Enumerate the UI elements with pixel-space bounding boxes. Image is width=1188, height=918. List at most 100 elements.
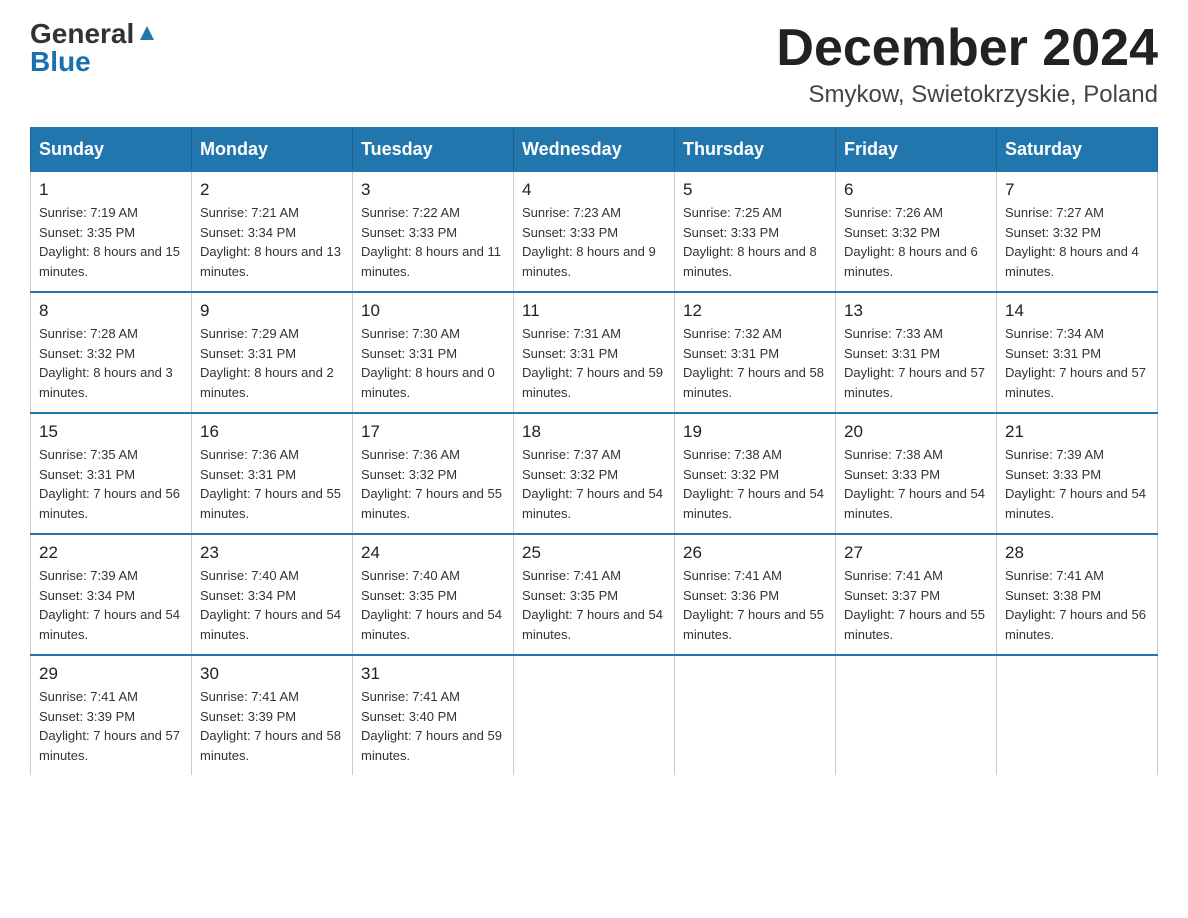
day-info: Sunrise: 7:38 AMSunset: 3:32 PMDaylight:…: [683, 447, 824, 521]
day-number: 26: [683, 543, 827, 563]
day-cell: 15 Sunrise: 7:35 AMSunset: 3:31 PMDaylig…: [31, 413, 192, 534]
day-info: Sunrise: 7:23 AMSunset: 3:33 PMDaylight:…: [522, 205, 656, 279]
day-info: Sunrise: 7:29 AMSunset: 3:31 PMDaylight:…: [200, 326, 334, 400]
day-cell: 3 Sunrise: 7:22 AMSunset: 3:33 PMDayligh…: [353, 171, 514, 292]
header-wednesday: Wednesday: [514, 128, 675, 171]
day-number: 6: [844, 180, 988, 200]
day-number: 29: [39, 664, 183, 684]
day-info: Sunrise: 7:33 AMSunset: 3:31 PMDaylight:…: [844, 326, 985, 400]
day-number: 7: [1005, 180, 1149, 200]
day-number: 12: [683, 301, 827, 321]
day-cell: 23 Sunrise: 7:40 AMSunset: 3:34 PMDaylig…: [192, 534, 353, 655]
day-info: Sunrise: 7:40 AMSunset: 3:34 PMDaylight:…: [200, 568, 341, 642]
day-info: Sunrise: 7:21 AMSunset: 3:34 PMDaylight:…: [200, 205, 341, 279]
day-number: 10: [361, 301, 505, 321]
day-number: 3: [361, 180, 505, 200]
day-info: Sunrise: 7:26 AMSunset: 3:32 PMDaylight:…: [844, 205, 978, 279]
day-info: Sunrise: 7:30 AMSunset: 3:31 PMDaylight:…: [361, 326, 495, 400]
day-cell: 4 Sunrise: 7:23 AMSunset: 3:33 PMDayligh…: [514, 171, 675, 292]
day-number: 11: [522, 301, 666, 321]
day-cell: [836, 655, 997, 775]
day-cell: 30 Sunrise: 7:41 AMSunset: 3:39 PMDaylig…: [192, 655, 353, 775]
logo-icon: [136, 22, 158, 44]
day-number: 27: [844, 543, 988, 563]
day-number: 5: [683, 180, 827, 200]
day-cell: 8 Sunrise: 7:28 AMSunset: 3:32 PMDayligh…: [31, 292, 192, 413]
day-cell: 7 Sunrise: 7:27 AMSunset: 3:32 PMDayligh…: [997, 171, 1158, 292]
day-cell: 24 Sunrise: 7:40 AMSunset: 3:35 PMDaylig…: [353, 534, 514, 655]
week-row-2: 8 Sunrise: 7:28 AMSunset: 3:32 PMDayligh…: [31, 292, 1158, 413]
day-cell: 26 Sunrise: 7:41 AMSunset: 3:36 PMDaylig…: [675, 534, 836, 655]
day-number: 8: [39, 301, 183, 321]
day-number: 1: [39, 180, 183, 200]
day-number: 23: [200, 543, 344, 563]
day-cell: 28 Sunrise: 7:41 AMSunset: 3:38 PMDaylig…: [997, 534, 1158, 655]
day-number: 16: [200, 422, 344, 442]
day-cell: 22 Sunrise: 7:39 AMSunset: 3:34 PMDaylig…: [31, 534, 192, 655]
day-cell: 14 Sunrise: 7:34 AMSunset: 3:31 PMDaylig…: [997, 292, 1158, 413]
day-info: Sunrise: 7:39 AMSunset: 3:33 PMDaylight:…: [1005, 447, 1146, 521]
day-info: Sunrise: 7:41 AMSunset: 3:40 PMDaylight:…: [361, 689, 502, 763]
day-number: 19: [683, 422, 827, 442]
day-cell: 9 Sunrise: 7:29 AMSunset: 3:31 PMDayligh…: [192, 292, 353, 413]
day-info: Sunrise: 7:40 AMSunset: 3:35 PMDaylight:…: [361, 568, 502, 642]
header-thursday: Thursday: [675, 128, 836, 171]
logo-blue-text: Blue: [30, 48, 91, 76]
day-cell: 12 Sunrise: 7:32 AMSunset: 3:31 PMDaylig…: [675, 292, 836, 413]
day-number: 31: [361, 664, 505, 684]
day-number: 30: [200, 664, 344, 684]
logo: General Blue: [30, 20, 158, 76]
day-info: Sunrise: 7:36 AMSunset: 3:31 PMDaylight:…: [200, 447, 341, 521]
day-number: 14: [1005, 301, 1149, 321]
day-info: Sunrise: 7:41 AMSunset: 3:38 PMDaylight:…: [1005, 568, 1146, 642]
day-number: 22: [39, 543, 183, 563]
day-cell: 13 Sunrise: 7:33 AMSunset: 3:31 PMDaylig…: [836, 292, 997, 413]
header-sunday: Sunday: [31, 128, 192, 171]
day-info: Sunrise: 7:39 AMSunset: 3:34 PMDaylight:…: [39, 568, 180, 642]
day-number: 20: [844, 422, 988, 442]
day-info: Sunrise: 7:31 AMSunset: 3:31 PMDaylight:…: [522, 326, 663, 400]
day-info: Sunrise: 7:41 AMSunset: 3:39 PMDaylight:…: [39, 689, 180, 763]
day-info: Sunrise: 7:41 AMSunset: 3:39 PMDaylight:…: [200, 689, 341, 763]
day-info: Sunrise: 7:27 AMSunset: 3:32 PMDaylight:…: [1005, 205, 1139, 279]
day-cell: 29 Sunrise: 7:41 AMSunset: 3:39 PMDaylig…: [31, 655, 192, 775]
day-cell: 19 Sunrise: 7:38 AMSunset: 3:32 PMDaylig…: [675, 413, 836, 534]
day-info: Sunrise: 7:41 AMSunset: 3:37 PMDaylight:…: [844, 568, 985, 642]
day-number: 21: [1005, 422, 1149, 442]
week-row-3: 15 Sunrise: 7:35 AMSunset: 3:31 PMDaylig…: [31, 413, 1158, 534]
day-cell: 11 Sunrise: 7:31 AMSunset: 3:31 PMDaylig…: [514, 292, 675, 413]
logo-general-text: General: [30, 20, 134, 48]
day-info: Sunrise: 7:28 AMSunset: 3:32 PMDaylight:…: [39, 326, 173, 400]
day-cell: 25 Sunrise: 7:41 AMSunset: 3:35 PMDaylig…: [514, 534, 675, 655]
day-info: Sunrise: 7:34 AMSunset: 3:31 PMDaylight:…: [1005, 326, 1146, 400]
weekday-header-row: Sunday Monday Tuesday Wednesday Thursday…: [31, 128, 1158, 171]
header: General Blue December 2024 Smykow, Swiet…: [30, 20, 1158, 109]
header-saturday: Saturday: [997, 128, 1158, 171]
day-info: Sunrise: 7:25 AMSunset: 3:33 PMDaylight:…: [683, 205, 817, 279]
day-cell: 18 Sunrise: 7:37 AMSunset: 3:32 PMDaylig…: [514, 413, 675, 534]
day-info: Sunrise: 7:41 AMSunset: 3:35 PMDaylight:…: [522, 568, 663, 642]
day-number: 2: [200, 180, 344, 200]
day-info: Sunrise: 7:32 AMSunset: 3:31 PMDaylight:…: [683, 326, 824, 400]
day-number: 24: [361, 543, 505, 563]
day-info: Sunrise: 7:19 AMSunset: 3:35 PMDaylight:…: [39, 205, 180, 279]
day-info: Sunrise: 7:37 AMSunset: 3:32 PMDaylight:…: [522, 447, 663, 521]
week-row-1: 1 Sunrise: 7:19 AMSunset: 3:35 PMDayligh…: [31, 171, 1158, 292]
header-monday: Monday: [192, 128, 353, 171]
week-row-4: 22 Sunrise: 7:39 AMSunset: 3:34 PMDaylig…: [31, 534, 1158, 655]
day-number: 25: [522, 543, 666, 563]
day-number: 15: [39, 422, 183, 442]
day-cell: 2 Sunrise: 7:21 AMSunset: 3:34 PMDayligh…: [192, 171, 353, 292]
day-number: 18: [522, 422, 666, 442]
day-info: Sunrise: 7:36 AMSunset: 3:32 PMDaylight:…: [361, 447, 502, 521]
day-cell: 10 Sunrise: 7:30 AMSunset: 3:31 PMDaylig…: [353, 292, 514, 413]
day-cell: 1 Sunrise: 7:19 AMSunset: 3:35 PMDayligh…: [31, 171, 192, 292]
day-cell: 20 Sunrise: 7:38 AMSunset: 3:33 PMDaylig…: [836, 413, 997, 534]
day-cell: 6 Sunrise: 7:26 AMSunset: 3:32 PMDayligh…: [836, 171, 997, 292]
day-cell: 21 Sunrise: 7:39 AMSunset: 3:33 PMDaylig…: [997, 413, 1158, 534]
header-tuesday: Tuesday: [353, 128, 514, 171]
header-friday: Friday: [836, 128, 997, 171]
day-cell: [514, 655, 675, 775]
day-cell: 17 Sunrise: 7:36 AMSunset: 3:32 PMDaylig…: [353, 413, 514, 534]
calendar-table: Sunday Monday Tuesday Wednesday Thursday…: [30, 127, 1158, 775]
